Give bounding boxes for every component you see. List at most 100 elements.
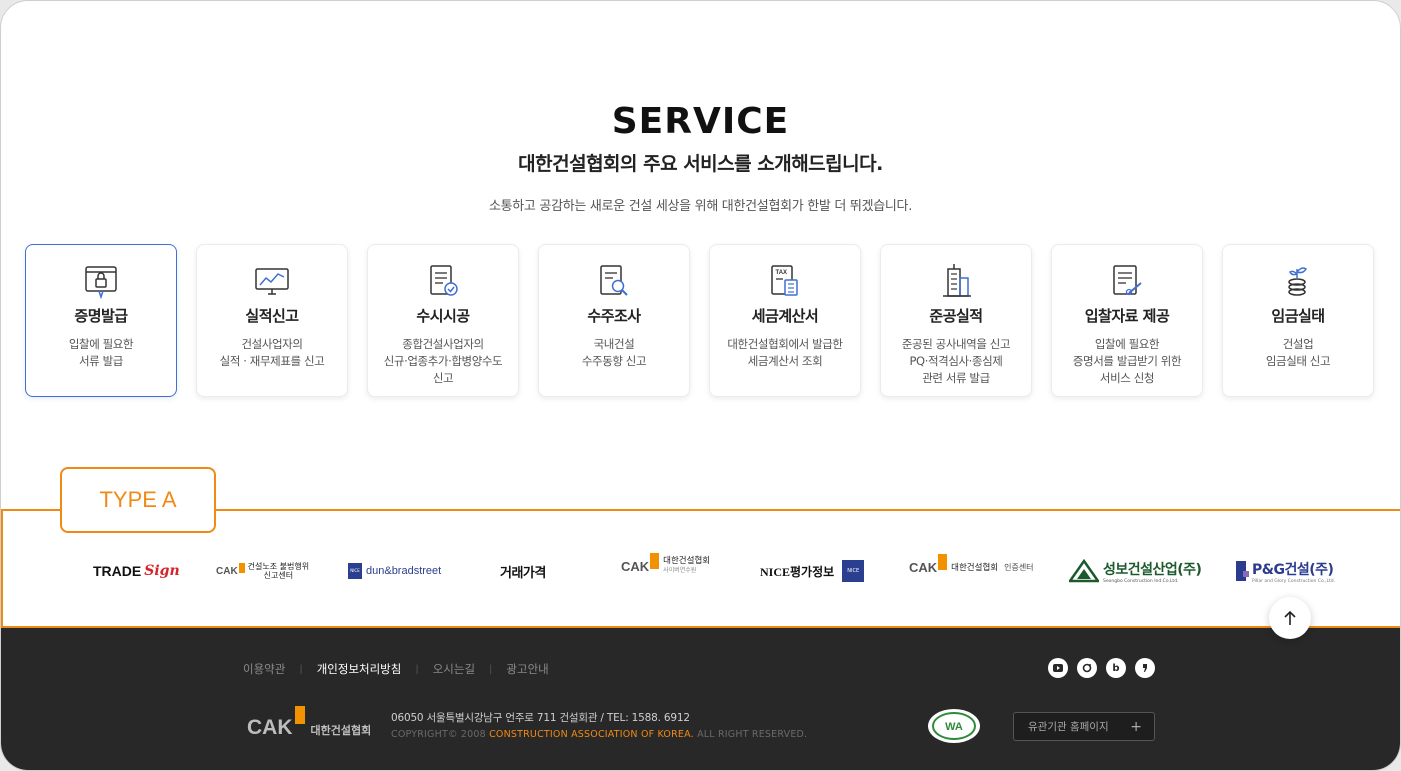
building-icon bbox=[943, 264, 971, 297]
related-sites-label: 유관기관 홈페이지 bbox=[1028, 721, 1109, 733]
service-card-title: 수시시공 bbox=[416, 307, 470, 325]
copyright-prefix: COPYRIGHT© 2008 bbox=[391, 729, 490, 740]
partner-seongbo[interactable]: 성보건설산업(주) Seongbo Construction Ind.Co.Lt… bbox=[1069, 556, 1202, 586]
footer-logo-name: 대한건설협회 bbox=[310, 724, 372, 737]
seongbo-triangle-icon bbox=[1069, 559, 1099, 583]
footer-logo: CAK 대한건설협회 bbox=[247, 706, 371, 740]
partner-transaction-price[interactable]: 거래가격 bbox=[500, 556, 546, 586]
partner-pg[interactable]: P&G건설(주) Pillar and Glory Construction C… bbox=[1234, 556, 1335, 586]
web-accessibility-mark[interactable]: WA bbox=[928, 709, 980, 743]
partner-line: 대한건설협회 bbox=[663, 556, 711, 566]
service-card-title: 수주조사 bbox=[587, 307, 641, 325]
cak-mark-icon bbox=[238, 563, 245, 573]
partner-seongbo-sub: Seongbo Construction Ind.Co.Ltd. bbox=[1103, 578, 1179, 584]
footer-links: 이용약관 | 개인정보처리방침 | 오시는길 | 광고안내 bbox=[243, 661, 549, 677]
cak-mark-icon bbox=[650, 553, 660, 569]
partner-pg-text: P&G건설(주) bbox=[1252, 561, 1334, 578]
service-card-title: 세금계산서 bbox=[751, 307, 819, 325]
partner-pg-sub: Pillar and Glory Construction Co.,Ltd. bbox=[1252, 578, 1336, 584]
partner-line: 사이버연수원 bbox=[663, 567, 697, 574]
nice-box-icon: NICE bbox=[842, 560, 865, 582]
partner-line: 대한건설협회 bbox=[951, 563, 999, 573]
wa-badge-icon: WA bbox=[932, 712, 976, 740]
related-sites-select[interactable]: 유관기관 홈페이지 + bbox=[1013, 712, 1155, 741]
service-card-tax-invoice[interactable]: TAX 세금계산서 대한건설협회에서 발급한 세금계산서 조회 bbox=[709, 244, 861, 397]
document-search-icon bbox=[600, 265, 628, 296]
scroll-to-top-button[interactable] bbox=[1269, 597, 1311, 639]
partner-line: 인증센터 bbox=[1004, 562, 1034, 572]
arrow-up-icon bbox=[1284, 610, 1296, 625]
service-card-certificate[interactable]: 증명발급 입찰에 필요한 서류 발급 bbox=[25, 244, 177, 397]
service-card-bid-data[interactable]: 입찰자료 제공 입찰에 필요한 증명서를 발급받기 위한 서비스 신청 bbox=[1051, 244, 1203, 397]
partner-seongbo-text: 성보건설산업(주) bbox=[1103, 561, 1202, 578]
footer-address: 06050 서울특별시강남구 언주로 711 건설회관 / TEL: 1588.… bbox=[391, 712, 690, 724]
service-card-title: 증명발급 bbox=[74, 307, 128, 325]
footer-link-separator: | bbox=[415, 663, 419, 675]
service-card-title: 준공실적 bbox=[929, 307, 983, 325]
service-card-desc: 건설사업자의 실적 · 재무제표를 신고 bbox=[219, 337, 325, 368]
partner-trade-sign-text: TRADE bbox=[93, 563, 142, 579]
footer: 이용약관 | 개인정보처리방침 | 오시는길 | 광고안내 b CAK 대한건설… bbox=[1, 628, 1400, 770]
partner-line: 신고센터 bbox=[263, 571, 294, 580]
cak-mark-icon bbox=[294, 706, 305, 724]
plus-icon: + bbox=[1130, 718, 1142, 735]
certificate-lock-icon bbox=[85, 266, 117, 299]
service-card-desc: 건설업 임금실태 신고 bbox=[1265, 337, 1331, 368]
service-card-desc: 대한건설협회에서 발급한 세금계산서 조회 bbox=[727, 337, 843, 368]
service-card-desc: 준공된 공사내역을 신고 PQ·적격심사·종심제 관련 서류 발급 bbox=[901, 337, 1011, 385]
footer-link-privacy[interactable]: 개인정보처리방침 bbox=[317, 661, 402, 677]
svg-text:TAX: TAX bbox=[776, 270, 788, 276]
service-description: 소통하고 공감하는 새로운 건설 세상을 위해 대한건설협회가 한발 더 뛰겠습… bbox=[488, 199, 913, 214]
cak-mark-icon bbox=[938, 554, 948, 570]
partner-nice-rating[interactable]: NICE평가정보 NICE bbox=[760, 556, 865, 586]
blog-icon[interactable]: b bbox=[1106, 658, 1126, 678]
service-card-performance[interactable]: 실적신고 건설사업자의 실적 · 재무제표를 신고 bbox=[196, 244, 348, 397]
page: SERVICE 대한건설협회의 주요 서비스를 소개해드립니다. 소통하고 공감… bbox=[0, 0, 1401, 771]
service-subtitle: 대한건설협회의 주요 서비스를 소개해드립니다. bbox=[518, 153, 883, 175]
instagram-icon[interactable] bbox=[1077, 658, 1097, 678]
service-card-order-survey[interactable]: 수주조사 국내건설 수주동향 신고 bbox=[538, 244, 690, 397]
service-card-desc: 입찰에 필요한 증명서를 발급받기 위한 서비스 신청 bbox=[1072, 337, 1182, 385]
service-card-title: 실적신고 bbox=[245, 307, 299, 325]
partner-line: 건설노조 불법행위 bbox=[247, 562, 310, 571]
partner-price-text: 거래가격 bbox=[500, 565, 546, 581]
service-cards: 증명발급 입찰에 필요한 서류 발급 실적신고 건설사업자의 실적 · 재무제표… bbox=[25, 244, 1374, 397]
partner-trade-sign[interactable]: TRADE Sign bbox=[93, 556, 180, 586]
footer-link-separator: | bbox=[489, 663, 493, 675]
footer-link-advertising[interactable]: 광고안내 bbox=[506, 661, 548, 677]
tax-calculator-icon: TAX bbox=[771, 265, 798, 296]
cak-text: CAK bbox=[621, 558, 650, 574]
cak-text: CAK bbox=[909, 559, 938, 575]
footer-link-terms[interactable]: 이용약관 bbox=[243, 661, 285, 677]
wa-badge-text: WA bbox=[945, 721, 963, 733]
social-links: b bbox=[1048, 658, 1155, 678]
service-card-title: 임금실태 bbox=[1271, 307, 1325, 325]
copyright-org: CONSTRUCTION ASSOCIATION OF KOREA. bbox=[489, 729, 694, 740]
chart-monitor-icon bbox=[255, 268, 289, 295]
footer-logo-cak: CAK bbox=[247, 716, 293, 739]
service-card-construction[interactable]: 수시시공 종합건설사업자의 신규·업종추가·합병양수도 신고 bbox=[367, 244, 519, 397]
nice-box-icon: NICE bbox=[348, 563, 362, 579]
document-pen-icon bbox=[1113, 265, 1142, 296]
service-title: SERVICE bbox=[611, 101, 790, 142]
service-card-desc: 국내건설 수주동향 신고 bbox=[581, 337, 647, 368]
cak-text: CAK bbox=[216, 565, 238, 577]
footer-link-separator: | bbox=[299, 663, 303, 675]
service-card-desc: 입찰에 필요한 서류 발급 bbox=[68, 337, 134, 368]
youtube-icon[interactable] bbox=[1048, 658, 1068, 678]
copyright-suffix: ALL RIGHT RESERVED. bbox=[693, 729, 808, 740]
partner-cak-illegal-report[interactable]: CAK 건설노조 불법행위 신고센터 bbox=[216, 556, 309, 586]
service-card-title: 입찰자료 제공 bbox=[1084, 307, 1170, 325]
service-card-wage[interactable]: 임금실태 건설업 임금실태 신고 bbox=[1222, 244, 1374, 397]
partner-cak-cyber[interactable]: CAK 대한건설협회 사이버연수원 bbox=[621, 551, 710, 581]
partner-cak-cert[interactable]: CAK 대한건설협회 인증센터 bbox=[909, 552, 1034, 582]
kakao-icon[interactable] bbox=[1135, 658, 1155, 678]
partner-nice-text: NICE평가정보 bbox=[760, 564, 835, 579]
footer-link-directions[interactable]: 오시는길 bbox=[433, 661, 475, 677]
pg-mark-icon bbox=[1236, 561, 1249, 581]
partner-dun-bradstreet[interactable]: NICE dun&bradstreet bbox=[348, 556, 441, 586]
partner-dun-text: dun&bradstreet bbox=[366, 565, 442, 577]
document-check-icon bbox=[430, 265, 458, 296]
coin-sprout-icon bbox=[1288, 267, 1307, 296]
service-card-completion[interactable]: 준공실적 준공된 공사내역을 신고 PQ·적격심사·종심제 관련 서류 발급 bbox=[880, 244, 1032, 397]
